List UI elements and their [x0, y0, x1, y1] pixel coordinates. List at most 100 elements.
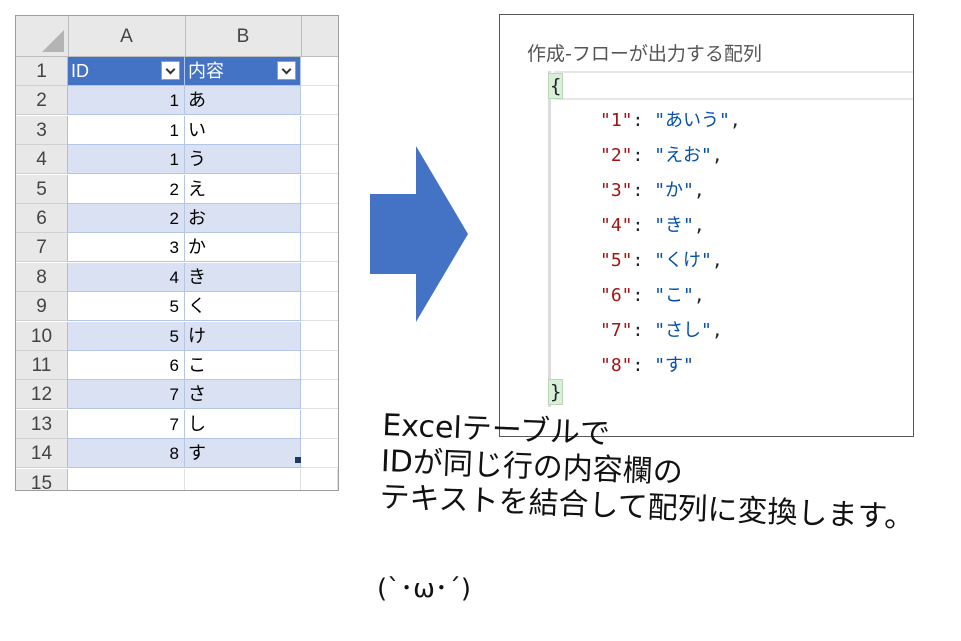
cell-c[interactable] [301, 292, 338, 322]
row-number[interactable]: 8 [16, 262, 68, 292]
row-number[interactable]: 11 [16, 351, 68, 380]
compose-output-panel: 作成-フローが出力する配列 { "1": "あいう", "2": "えお", "3"… [499, 14, 914, 437]
cell-content[interactable]: さ [185, 380, 301, 410]
cell-id[interactable]: 1 [68, 115, 185, 145]
empty-row: 15 [16, 468, 338, 490]
cell-c[interactable] [301, 233, 338, 263]
row-number[interactable]: 9 [16, 292, 68, 322]
cell-content[interactable]: え [185, 174, 301, 204]
json-entry: "5": "くけ", [600, 249, 723, 273]
cell-content[interactable]: う [185, 145, 301, 175]
cell-id[interactable]: 5 [68, 321, 185, 351]
json-value: "き" [654, 215, 694, 236]
json-value: "さし" [654, 320, 712, 341]
cell-c[interactable] [301, 86, 338, 116]
column-header-row: A B [16, 16, 338, 57]
row-number[interactable]: 12 [16, 380, 68, 410]
cell-c[interactable] [301, 204, 338, 233]
cell-c[interactable] [301, 410, 338, 439]
cell-content[interactable]: あ [185, 86, 301, 116]
cell-content[interactable]: し [185, 409, 301, 439]
cell-content[interactable]: き [185, 262, 301, 292]
row-number[interactable]: 3 [16, 115, 68, 145]
cell-c[interactable] [301, 145, 338, 175]
cell-c[interactable] [301, 263, 338, 292]
cell-c[interactable] [301, 380, 338, 410]
cell-c[interactable] [301, 351, 338, 380]
table-resize-handle[interactable] [295, 457, 301, 463]
cell-c[interactable] [301, 439, 338, 469]
cell-content[interactable]: す [185, 439, 301, 469]
row-number[interactable]: 7 [16, 233, 68, 263]
json-code-view[interactable]: { "1": "あいう", "2": "えお", "3": "か", "4": "き"… [544, 71, 913, 408]
json-value: "えお" [654, 145, 712, 166]
cell-content[interactable]: い [185, 115, 301, 145]
colon: : [632, 145, 655, 166]
json-value: "す" [654, 355, 694, 376]
cell-c[interactable] [301, 322, 338, 351]
json-key: "2" [600, 145, 633, 166]
column-header-a[interactable]: A [68, 16, 186, 56]
row-number[interactable]: 4 [16, 145, 68, 175]
colon: : [632, 285, 655, 306]
json-value: "あいう" [654, 110, 730, 131]
cell-id[interactable]: 8 [68, 439, 185, 469]
cell-content[interactable]: け [185, 321, 301, 351]
header-cell-id[interactable]: ID [68, 57, 185, 86]
select-all-corner[interactable] [16, 16, 69, 56]
row-number[interactable]: 15 [16, 468, 68, 490]
row-number[interactable]: 2 [16, 86, 68, 116]
table-row: 84き [16, 262, 338, 292]
cell-content[interactable] [185, 468, 301, 490]
cell-id[interactable]: 1 [68, 145, 185, 175]
row-number[interactable]: 10 [16, 321, 68, 351]
json-key: "3" [600, 180, 633, 201]
header-cell-content[interactable]: 内容 [185, 57, 301, 86]
cell-content[interactable]: お [185, 204, 301, 233]
cell-c[interactable] [301, 175, 338, 204]
row-number[interactable]: 6 [16, 204, 68, 233]
json-entry: "1": "あいう", [600, 109, 741, 133]
cell-id[interactable] [68, 468, 185, 490]
cell-id[interactable]: 2 [68, 204, 185, 233]
cell-id[interactable]: 1 [68, 86, 185, 116]
json-entry: "6": "こ", [600, 284, 705, 308]
kaomoji: (`･ω･´) [377, 574, 472, 604]
json-key: "7" [600, 320, 633, 341]
json-entry: "8": "す" [600, 354, 694, 378]
cell-content[interactable]: か [185, 233, 301, 263]
cell-content[interactable]: く [185, 292, 301, 322]
cell-content[interactable]: こ [185, 351, 301, 380]
colon: : [632, 250, 655, 271]
json-key: "5" [600, 250, 633, 271]
cell-c[interactable] [301, 57, 338, 86]
column-header-b[interactable]: B [185, 16, 302, 56]
row-number[interactable]: 13 [16, 409, 68, 439]
cell-id[interactable]: 6 [68, 351, 185, 380]
comma: , [711, 145, 723, 166]
row-number[interactable]: 14 [16, 439, 68, 469]
filter-dropdown-icon[interactable] [277, 61, 296, 80]
cell-id[interactable]: 7 [68, 409, 185, 439]
close-brace: } [548, 379, 564, 405]
table-row: 12 7 さ [16, 380, 338, 410]
cell-c[interactable] [301, 116, 338, 145]
row-number[interactable]: 5 [16, 174, 68, 204]
table-row: 41う [16, 145, 338, 175]
cell-id[interactable]: 5 [68, 292, 185, 322]
table-row: 10 5 け [16, 321, 338, 351]
table-row: 13 7 し [16, 409, 338, 439]
filter-dropdown-icon[interactable] [161, 61, 180, 80]
cell-id[interactable]: 3 [68, 233, 185, 263]
row-number[interactable]: 1 [16, 57, 68, 86]
json-value: "こ" [654, 285, 694, 306]
cell-id[interactable]: 7 [68, 380, 185, 410]
panel-title: 作成-フローが出力する配列 [527, 43, 762, 65]
json-key: "1" [600, 110, 633, 131]
cell-id[interactable]: 2 [68, 174, 185, 204]
code-gutter [548, 71, 551, 407]
cell-c[interactable] [301, 468, 338, 490]
comma: , [711, 320, 723, 341]
cell-id[interactable]: 4 [68, 262, 185, 292]
table-row: 14 8 す [16, 439, 338, 469]
